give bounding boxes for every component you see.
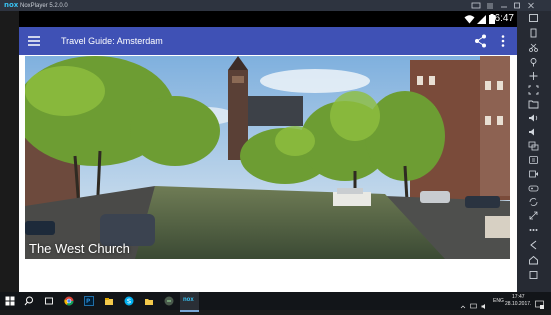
folder-icon[interactable] bbox=[528, 99, 539, 109]
nox-taskbar-item[interactable]: nox bbox=[180, 292, 199, 312]
android-screen: 6:47 Travel Guide: Amsterdam The West Ch… bbox=[19, 11, 517, 292]
volume-down-icon[interactable] bbox=[528, 127, 539, 137]
location-icon[interactable] bbox=[528, 57, 539, 67]
folder-icon[interactable] bbox=[144, 296, 154, 306]
minimize-icon[interactable] bbox=[499, 1, 509, 10]
toolbar-title: Travel Guide: Amsterdam bbox=[61, 36, 163, 46]
maximize-icon[interactable] bbox=[512, 1, 522, 10]
controller-icon[interactable] bbox=[528, 183, 539, 193]
nox-logo: nox bbox=[183, 297, 194, 303]
windows-start-icon[interactable] bbox=[5, 296, 15, 306]
emulator-sidebar bbox=[517, 11, 551, 292]
fullscreen-icon[interactable] bbox=[528, 13, 539, 23]
menu-icon[interactable] bbox=[28, 36, 40, 46]
close-icon[interactable] bbox=[526, 1, 536, 10]
share-icon[interactable] bbox=[474, 34, 487, 48]
skype-icon[interactable] bbox=[124, 296, 134, 306]
recent-apps-icon[interactable] bbox=[528, 270, 539, 280]
nox-logo: nox bbox=[4, 1, 19, 9]
search-icon[interactable] bbox=[24, 296, 34, 306]
screenshot-icon[interactable] bbox=[528, 85, 539, 95]
shake-icon[interactable] bbox=[528, 28, 539, 38]
keyboard-icon[interactable] bbox=[471, 1, 481, 10]
photo-caption: The West Church bbox=[29, 241, 130, 256]
wifi-icon bbox=[464, 15, 475, 24]
multi-window-icon[interactable] bbox=[528, 141, 539, 151]
task-view-icon[interactable] bbox=[44, 296, 54, 306]
overflow-icon[interactable] bbox=[500, 35, 506, 47]
emulator-titlebar: nox NoxPlayer 5.2.0.0 bbox=[0, 0, 551, 11]
tray-up-icon[interactable] bbox=[460, 297, 466, 309]
volume-up-icon[interactable] bbox=[528, 113, 539, 123]
app-icon[interactable] bbox=[164, 296, 174, 306]
chrome-icon[interactable] bbox=[64, 296, 74, 306]
speaker-icon[interactable] bbox=[481, 297, 488, 309]
emulator-version: NoxPlayer 5.2.0.0 bbox=[20, 3, 68, 9]
signal-icon bbox=[477, 15, 486, 24]
record-icon[interactable] bbox=[528, 169, 539, 179]
more-options-icon[interactable] bbox=[528, 225, 539, 235]
clock-time[interactable]: 17:47 bbox=[512, 294, 525, 300]
menu-lines-icon[interactable] bbox=[485, 1, 495, 10]
scissors-icon[interactable] bbox=[528, 43, 539, 53]
sync-icon[interactable] bbox=[528, 197, 539, 207]
file-explorer-icon[interactable] bbox=[104, 296, 114, 306]
clock-date[interactable]: 28.10.2017. bbox=[505, 301, 531, 307]
windows-taskbar: nox ENG 17:47 28.10.2017. bbox=[0, 292, 551, 312]
android-status-bar: 6:47 bbox=[19, 11, 517, 27]
photoshop-icon[interactable] bbox=[84, 296, 94, 306]
church-photo[interactable] bbox=[25, 56, 510, 259]
language-indicator[interactable]: ENG bbox=[493, 298, 504, 304]
notification-center-icon[interactable] bbox=[535, 296, 544, 309]
home-icon[interactable] bbox=[528, 255, 539, 265]
content-area: The West Church bbox=[19, 55, 517, 292]
app-toolbar: Travel Guide: Amsterdam bbox=[19, 27, 517, 55]
add-apk-icon[interactable] bbox=[528, 71, 539, 81]
macro-icon[interactable] bbox=[528, 155, 539, 165]
network-icon bbox=[470, 297, 477, 309]
status-time: 6:47 bbox=[494, 13, 514, 24]
back-icon[interactable] bbox=[528, 240, 539, 250]
resize-icon[interactable] bbox=[528, 211, 539, 221]
